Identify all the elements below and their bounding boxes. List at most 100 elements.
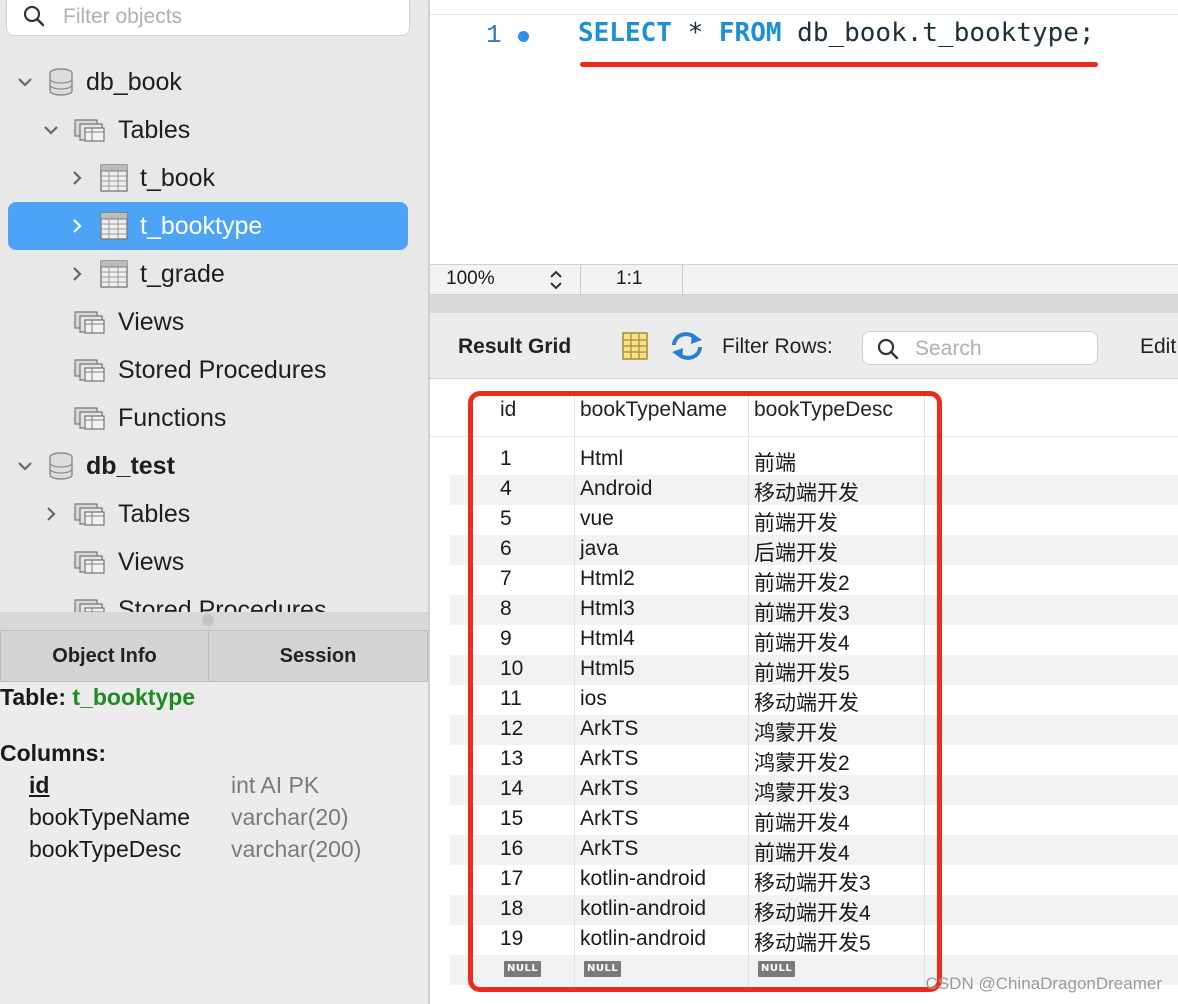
table-cell[interactable]: 15 [500,807,523,831]
table-row[interactable]: 19 kotlin-android 移动端开发5 [450,925,1178,955]
table-cell[interactable]: 18 [500,897,523,921]
table-row[interactable]: 9 Html4 前端开发4 [450,625,1178,655]
pane-splitter[interactable] [0,612,428,630]
table-cell[interactable]: 移动端开发 [754,687,859,717]
table-cell[interactable]: Html2 [580,567,635,591]
grid-view-icon[interactable] [622,332,648,365]
chevron-right-icon[interactable] [68,266,86,282]
chevron-down-icon[interactable] [42,124,60,136]
table-cell[interactable]: 19 [500,927,523,951]
table-cell[interactable]: Html3 [580,597,635,621]
tree-item-t-book[interactable]: t_book [8,154,408,202]
table-cell[interactable]: 移动端开发5 [754,927,871,957]
null-badge[interactable]: NULL [504,961,542,977]
table-cell[interactable]: 11 [500,687,522,711]
table-cell[interactable]: 6 [500,537,512,561]
column-header-book-type-desc[interactable]: bookTypeDesc [754,398,893,422]
chevron-down-icon[interactable] [16,460,34,472]
table-cell[interactable]: 前端开发4 [754,627,850,657]
table-cell[interactable]: 1 [500,447,512,471]
sql-editor[interactable]: 1 SELECT * FROM db_book.t_booktype; [430,0,1178,264]
table-cell[interactable]: java [580,537,619,561]
tab-session[interactable]: Session [208,630,428,682]
table-cell[interactable]: kotlin-android [580,897,706,921]
table-cell[interactable]: kotlin-android [580,867,706,891]
filter-rows-input[interactable] [913,335,1093,363]
chevron-down-icon[interactable] [16,76,34,88]
table-cell[interactable]: ArkTS [580,807,638,831]
table-cell[interactable]: 前端开发 [754,507,838,537]
refresh-icon[interactable] [670,331,704,366]
table-cell[interactable]: 13 [500,747,523,771]
table-cell[interactable]: Android [580,477,652,501]
table-cell[interactable]: Html [580,447,623,471]
table-cell[interactable]: 16 [500,837,523,861]
table-cell[interactable]: ArkTS [580,777,638,801]
table-row[interactable]: 7 Html2 前端开发2 [450,565,1178,595]
table-cell[interactable]: ArkTS [580,747,638,771]
table-row[interactable]: 5 vue 前端开发 [450,505,1178,535]
table-row[interactable]: 16 ArkTS 前端开发4 [450,835,1178,865]
null-badge[interactable]: NULL [758,961,796,977]
tab-object-info[interactable]: Object Info [0,630,209,682]
table-cell[interactable]: 12 [500,717,523,741]
table-cell[interactable]: vue [580,507,614,531]
column-header-book-type-name[interactable]: bookTypeName [580,398,727,422]
table-row[interactable]: 12 ArkTS 鸿蒙开发 [450,715,1178,745]
tree-item-tables[interactable]: Tables [8,490,408,538]
table-row[interactable]: 6 java 后端开发 [450,535,1178,565]
tree-item-tables[interactable]: Tables [8,106,408,154]
table-row[interactable]: 14 ArkTS 鸿蒙开发3 [450,775,1178,805]
table-cell[interactable]: 移动端开发3 [754,867,871,897]
table-cell[interactable]: 前端开发5 [754,657,850,687]
table-cell[interactable]: 前端 [754,447,796,477]
chevron-right-icon[interactable] [42,506,60,522]
table-row[interactable]: 4 Android 移动端开发 [450,475,1178,505]
tree-item-db-book[interactable]: db_book [8,58,408,106]
table-cell[interactable]: 鸿蒙开发 [754,717,838,747]
table-row[interactable]: 1 Html 前端 [450,445,1178,475]
table-cell[interactable]: 4 [500,477,512,501]
tree-item-views[interactable]: Views [8,298,408,346]
table-cell[interactable]: Html5 [580,657,635,681]
table-cell[interactable]: 17 [500,867,523,891]
tree-item-views[interactable]: Views [8,538,408,586]
table-cell[interactable]: 7 [500,567,512,591]
table-cell[interactable]: 移动端开发 [754,477,859,507]
statement-marker-icon[interactable] [518,31,529,42]
chevron-right-icon[interactable] [68,218,86,234]
table-cell[interactable]: 8 [500,597,512,621]
filter-objects-field[interactable] [6,0,410,36]
null-badge[interactable]: NULL [584,961,622,977]
table-row[interactable]: 17 kotlin-android 移动端开发3 [450,865,1178,895]
table-cell[interactable]: 9 [500,627,512,651]
tree-item-stored-procedures[interactable]: Stored Procedures [8,346,408,394]
table-cell[interactable]: 前端开发4 [754,807,850,837]
column-header-id[interactable]: id [500,398,516,422]
table-cell[interactable]: 10 [500,657,523,681]
table-cell[interactable]: 鸿蒙开发3 [754,777,850,807]
table-row[interactable]: 8 Html3 前端开发3 [450,595,1178,625]
tree-item-db-test[interactable]: db_test [8,442,408,490]
table-cell[interactable]: 鸿蒙开发2 [754,747,850,777]
table-row[interactable]: 18 kotlin-android 移动端开发4 [450,895,1178,925]
table-cell[interactable]: 前端开发2 [754,567,850,597]
table-cell[interactable]: kotlin-android [580,927,706,951]
table-cell[interactable]: 后端开发 [754,537,838,567]
tree-item-t-grade[interactable]: t_grade [8,250,408,298]
table-cell[interactable]: ArkTS [580,837,638,861]
tree-item-functions[interactable]: Functions [8,394,408,442]
table-row[interactable]: 15 ArkTS 前端开发4 [450,805,1178,835]
pane-divider[interactable] [430,295,1178,313]
table-cell[interactable]: ArkTS [580,717,638,741]
table-row[interactable]: 13 ArkTS 鸿蒙开发2 [450,745,1178,775]
zoom-stepper-icon[interactable] [548,269,564,296]
table-cell[interactable]: 5 [500,507,512,531]
table-cell[interactable]: ios [580,687,607,711]
filter-rows-field[interactable] [862,331,1098,365]
table-row[interactable]: 10 Html5 前端开发5 [450,655,1178,685]
table-cell[interactable]: 前端开发3 [754,597,850,627]
sql-statement[interactable]: SELECT * FROM db_book.t_booktype; [578,18,1095,48]
chevron-right-icon[interactable] [68,170,86,186]
edit-label[interactable]: Edit [1140,335,1176,359]
